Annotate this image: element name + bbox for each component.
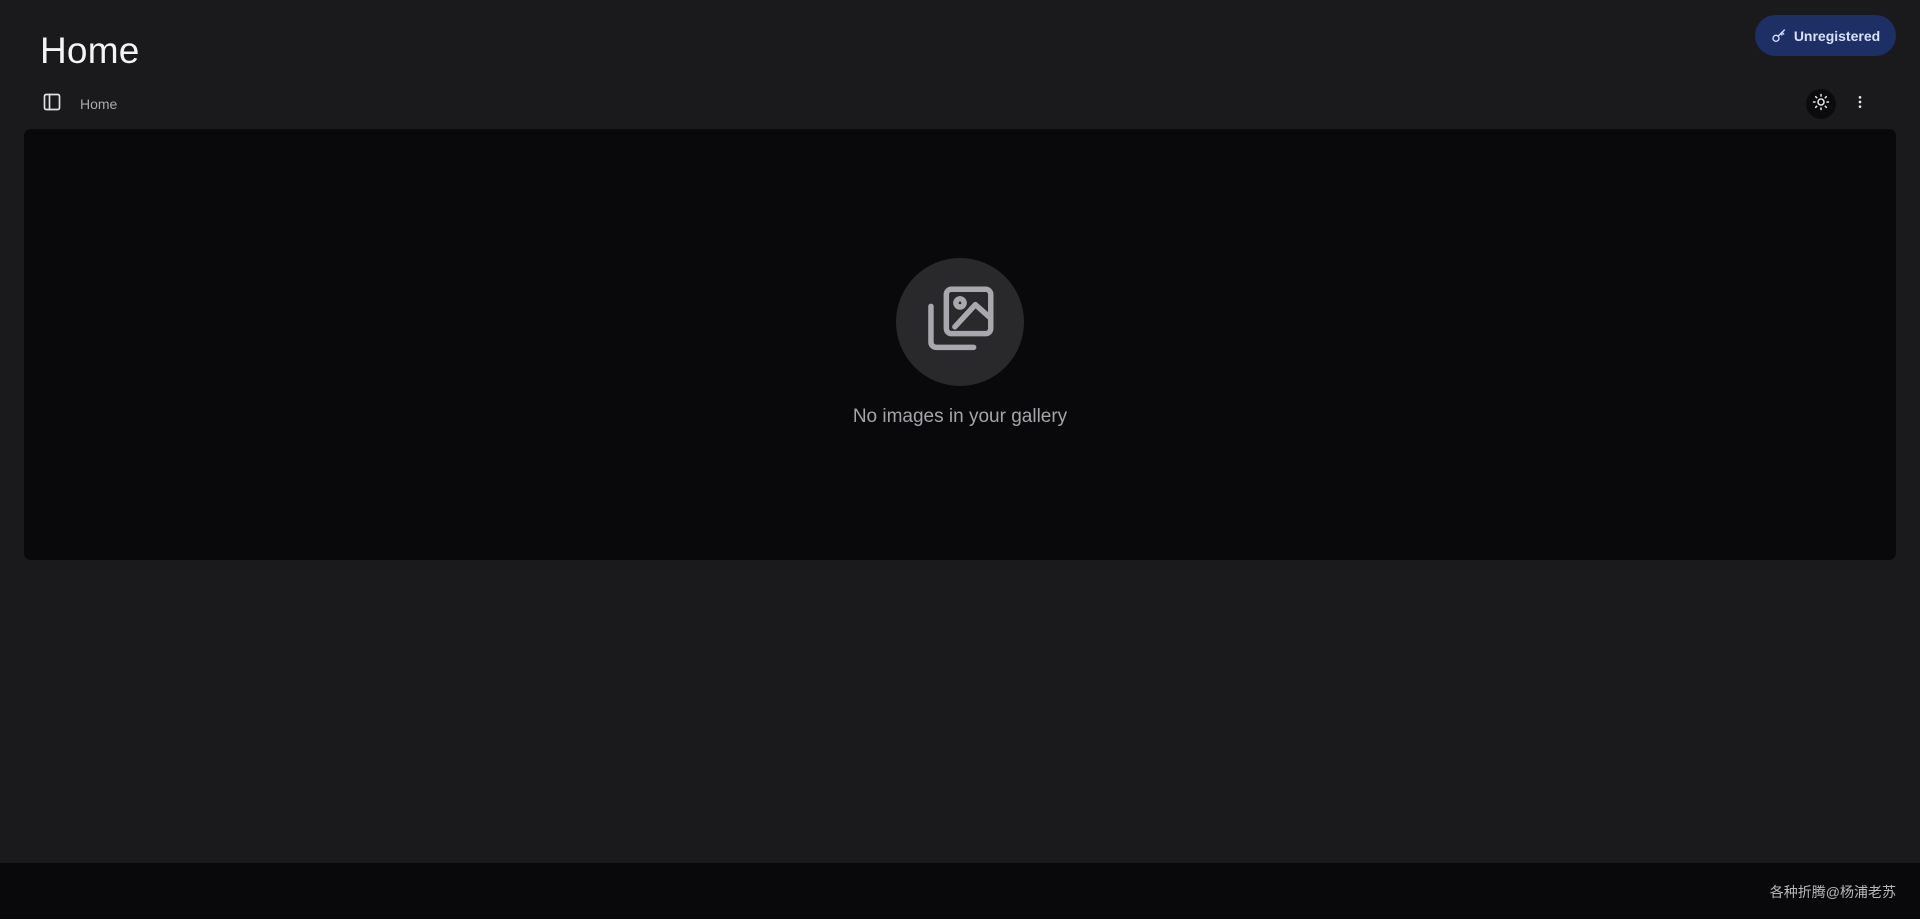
sidebar-toggle-button[interactable] [38, 90, 66, 118]
toolbar: Home [0, 88, 1920, 120]
gallery-panel: No images in your gallery [24, 129, 1896, 560]
page-title: Home [40, 30, 140, 71]
key-icon [1771, 28, 1787, 44]
app-page: Home Unregistered Home No images in your… [0, 0, 1920, 919]
theme-toggle-button[interactable] [1806, 89, 1836, 119]
unregistered-button[interactable]: Unregistered [1755, 15, 1896, 56]
empty-gallery-message: No images in your gallery [852, 406, 1068, 427]
breadcrumb: Home [80, 94, 117, 114]
sun-icon [1812, 93, 1830, 116]
more-options-button[interactable] [1846, 89, 1874, 119]
image-stack-icon [919, 279, 1001, 366]
vertical-dots-icon [1852, 94, 1868, 115]
footer-watermark: 各种折腾@杨浦老苏 [1769, 884, 1896, 900]
unregistered-button-label: Unregistered [1793, 27, 1881, 44]
empty-gallery-badge [896, 258, 1024, 386]
sidebar-panel-icon [42, 92, 62, 117]
footer: 各种折腾@杨浦老苏 [0, 863, 1920, 919]
breadcrumb-current: Home [80, 96, 118, 112]
